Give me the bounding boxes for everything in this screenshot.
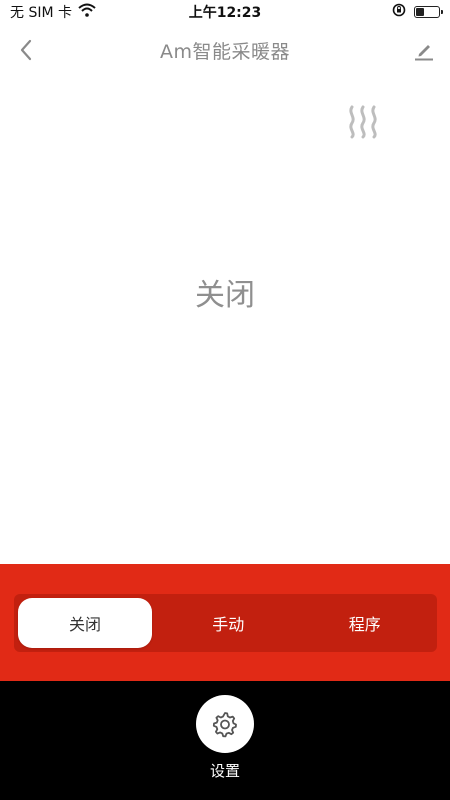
carrier-label: 无 SIM 卡 <box>10 5 72 21</box>
orientation-lock-icon <box>392 3 406 21</box>
heater-state-text: 关闭 <box>195 278 255 313</box>
settings-label: 设置 <box>209 762 240 780</box>
heat-waves-icon <box>349 105 377 139</box>
nav-bar: Am智能采暖器 <box>0 28 450 72</box>
chevron-left-icon <box>20 39 32 61</box>
mode-program-tab[interactable]: 程序 <box>297 598 434 648</box>
status-bar: 无 SIM 卡 上午12:23 <box>0 0 450 24</box>
pencil-icon <box>415 45 433 61</box>
settings-button[interactable] <box>196 695 254 753</box>
gear-icon <box>212 712 237 738</box>
battery-icon <box>414 6 443 18</box>
edit-button[interactable] <box>410 36 438 64</box>
wifi-icon <box>78 3 96 21</box>
back-button[interactable] <box>12 36 40 64</box>
bottom-bar: 设置 <box>0 681 450 800</box>
status-right <box>392 3 443 21</box>
mode-manual-tab[interactable]: 手动 <box>160 598 297 648</box>
mode-segmented-control: 关闭 手动 程序 <box>14 594 437 652</box>
battery-level <box>416 8 424 16</box>
mode-panel: 关闭 手动 程序 <box>0 564 450 681</box>
status-left: 无 SIM 卡 <box>10 2 96 22</box>
page-title: Am智能采暖器 <box>159 40 290 63</box>
mode-off-tab[interactable]: 关闭 <box>18 598 152 648</box>
